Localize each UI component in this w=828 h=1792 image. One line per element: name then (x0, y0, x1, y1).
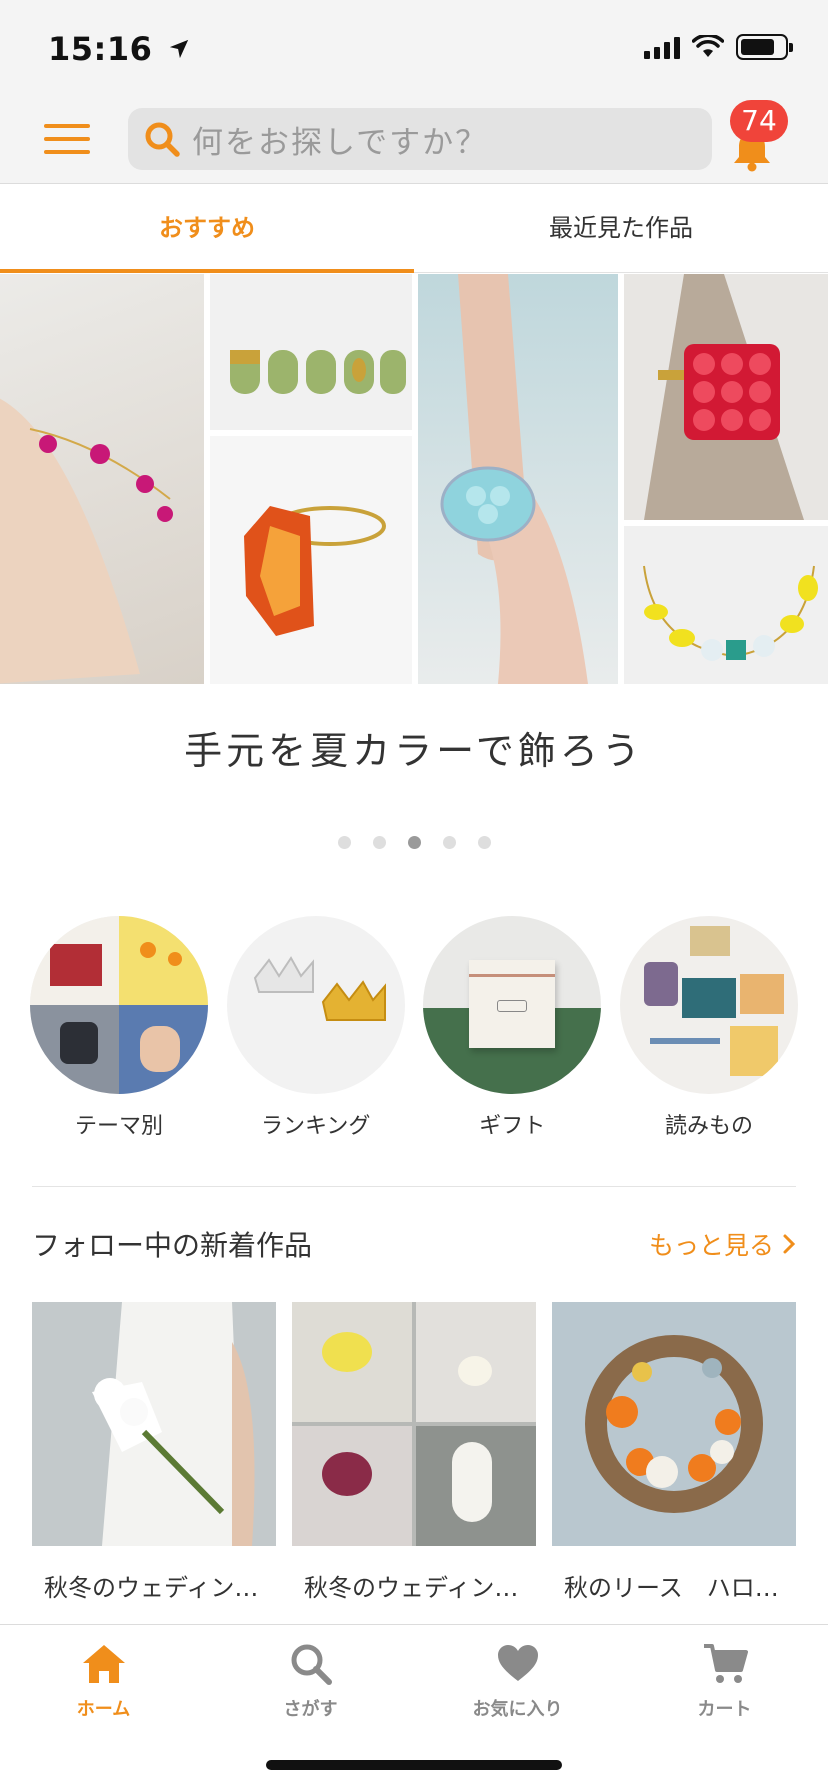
wifi-icon (692, 35, 724, 57)
tab-recently-viewed[interactable]: 最近見た作品 (414, 185, 828, 272)
see-more-label: もっと見る (648, 1231, 774, 1260)
bottom-navigation: ホーム さがす お気に入り カート (0, 1624, 828, 1792)
category-ranking[interactable]: ランキング (226, 916, 405, 1140)
nav-search[interactable]: さがす (207, 1625, 414, 1735)
nav-label: さがす (283, 1699, 338, 1720)
battery-icon (736, 34, 793, 60)
category-label: ギフト (479, 1114, 546, 1139)
reading-category-image (619, 916, 798, 1094)
nav-label: ホーム (76, 1699, 131, 1720)
status-time: 15:16 (48, 30, 153, 68)
category-shortcuts: テーマ別 ランキング ギフト 読みもの (30, 916, 798, 1140)
chevron-right-icon (783, 1234, 796, 1254)
tab-recommended[interactable]: おすすめ (0, 185, 414, 273)
blue-ring-image (418, 274, 618, 684)
category-label: テーマ別 (74, 1114, 163, 1139)
theme-category-image (30, 916, 208, 1094)
app-header: 何をお探しですか？ 74 (0, 90, 828, 184)
category-reading[interactable]: 読みもの (619, 916, 798, 1140)
carousel-dot[interactable] (477, 836, 491, 849)
banner-caption: 手元を夏カラーで飾ろう (184, 729, 644, 773)
notification-badge: 74 (730, 100, 788, 142)
product-card[interactable]: 秋のリース ハロ… 6,500円 (552, 1302, 796, 1650)
home-icon (82, 1645, 125, 1683)
search-input[interactable]: 何をお探しですか？ (128, 108, 712, 170)
bracelet-image (0, 274, 204, 684)
nav-label: カート (697, 1699, 752, 1720)
search-icon (145, 122, 180, 157)
search-icon (291, 1644, 332, 1685)
cellular-signal-icon (644, 35, 680, 59)
product-name: 秋のリース ハロ… (564, 1574, 779, 1602)
product-card[interactable]: 秋冬のウェディン… 18,000円 (32, 1302, 276, 1650)
following-section-title: フォロー中の新着作品 (32, 1229, 313, 1262)
location-arrow-icon (169, 39, 189, 59)
home-indicator (266, 1760, 562, 1770)
status-indicators (644, 34, 793, 60)
product-card[interactable]: 秋冬のウェディン… 16,000円 (292, 1302, 536, 1650)
product-image (292, 1302, 536, 1546)
beaded-bracelet-image (624, 526, 828, 684)
notification-button[interactable]: 74 (722, 100, 792, 180)
category-theme[interactable]: テーマ別 (30, 916, 208, 1140)
menu-button[interactable] (44, 124, 90, 154)
cart-icon (703, 1644, 748, 1683)
carousel-dot-active[interactable] (407, 836, 421, 849)
product-name: 秋冬のウェディン… (304, 1574, 519, 1602)
carousel-dot[interactable] (337, 836, 351, 849)
category-label: 読みもの (664, 1114, 753, 1139)
carousel-dots (0, 836, 828, 849)
nav-cart[interactable]: カート (621, 1625, 828, 1735)
see-more-link[interactable]: もっと見る (649, 1226, 796, 1262)
product-name: 秋冬のウェディン… (44, 1574, 259, 1602)
red-ring-image (624, 274, 828, 520)
product-list: 秋冬のウェディン… 18,000円 秋冬のウェディン… 16,000円 秋 (32, 1302, 796, 1650)
product-image (32, 1302, 276, 1546)
gift-category-image (423, 916, 602, 1094)
orange-ring-image (210, 436, 412, 684)
tab-bar: おすすめ 最近見た作品 (0, 185, 828, 273)
ranking-category-image (226, 916, 405, 1094)
category-label: ランキング (260, 1114, 371, 1139)
search-placeholder: 何をお探しですか？ (192, 124, 489, 161)
section-divider (32, 1186, 796, 1187)
heart-icon (497, 1645, 538, 1681)
featured-banner[interactable] (0, 274, 828, 684)
nail-tips-image (210, 274, 412, 430)
nav-label: お気に入り (472, 1699, 563, 1720)
category-gift[interactable]: ギフト (423, 916, 602, 1140)
product-image (552, 1302, 796, 1546)
status-bar: 15:16 (0, 0, 828, 90)
carousel-dot[interactable] (442, 836, 456, 849)
nav-home[interactable]: ホーム (0, 1625, 207, 1735)
nav-favorites[interactable]: お気に入り (414, 1625, 621, 1735)
carousel-dot[interactable] (372, 836, 386, 849)
